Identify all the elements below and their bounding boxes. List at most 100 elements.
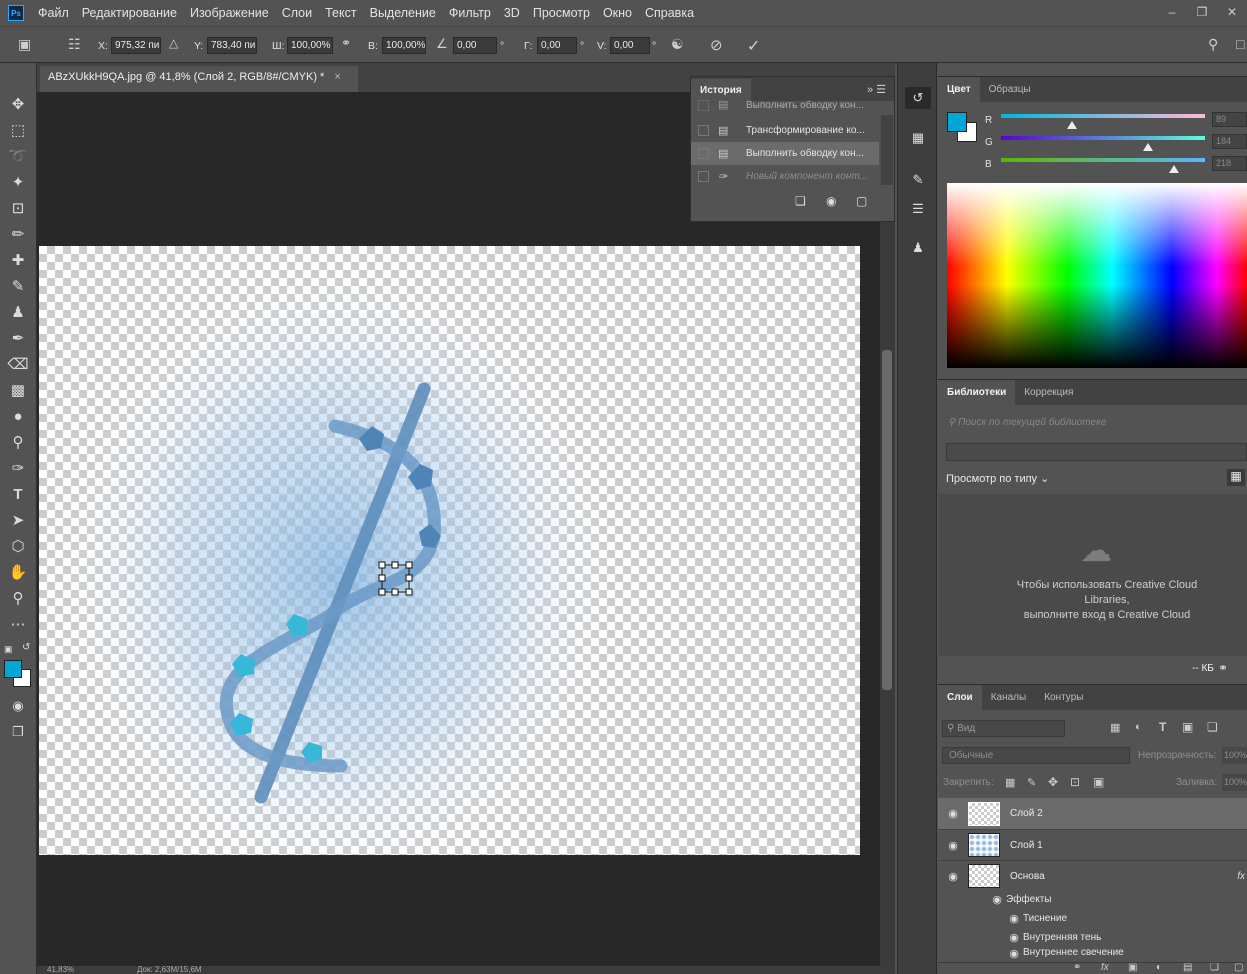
channel-b-slider[interactable] <box>1001 158 1205 162</box>
visibility-eye-icon[interactable]: ◉ <box>1005 947 1023 960</box>
lasso-tool-icon[interactable]: ➰ <box>6 145 30 167</box>
search-icon[interactable]: ⚲ <box>1208 36 1218 53</box>
move-tool-icon[interactable]: ✥ <box>6 93 30 115</box>
brush-tool-icon[interactable]: ✎ <box>6 275 30 297</box>
healing-tool-icon[interactable]: ✚ <box>6 249 30 271</box>
channel-g-value[interactable]: 184 <box>1212 134 1247 149</box>
channel-b-value[interactable]: 218 <box>1212 156 1247 171</box>
color-fg-swatch[interactable] <box>947 112 967 132</box>
screen-mode-icon[interactable]: ❐ <box>6 721 30 743</box>
history-brush-icon[interactable]: ✒ <box>6 327 30 349</box>
history-snapshot-checkbox[interactable] <box>698 148 709 159</box>
tab-libraries[interactable]: Библиотеки <box>938 380 1016 405</box>
photoshop-logo[interactable]: Ps <box>8 5 24 21</box>
history-item-selected[interactable]: ▤ Выполнить обводку кон... <box>691 142 879 165</box>
menu-image[interactable]: Изображение <box>190 6 269 20</box>
tab-swatches[interactable]: Образцы <box>980 77 1040 102</box>
width-field[interactable]: 100,00% <box>287 37 333 54</box>
tab-adjustments[interactable]: Коррекция <box>1015 380 1082 405</box>
add-mask-icon[interactable]: ▣ <box>1128 963 1137 973</box>
effect-item[interactable]: ◉ Внутренняя тень <box>1005 928 1101 947</box>
history-snapshot-checkbox[interactable] <box>698 171 709 182</box>
workspace-icon[interactable]: □ <box>1236 36 1244 52</box>
blur-tool-icon[interactable]: ● <box>6 405 30 427</box>
vskew-field[interactable]: 0,00 <box>610 37 650 54</box>
brush-presets-icon[interactable]: ✎ <box>905 169 931 191</box>
lock-all-icon[interactable]: ▣ <box>1093 775 1104 789</box>
pen-tool-icon[interactable]: ✑ <box>6 457 30 479</box>
history-snapshot-checkbox[interactable] <box>698 125 709 136</box>
visibility-eye-icon[interactable]: ◉ <box>1005 931 1023 944</box>
new-document-from-state-icon[interactable]: ❏ <box>795 194 806 208</box>
filter-pixel-icon[interactable]: ▦ <box>1110 721 1120 734</box>
lock-position-icon[interactable]: ✥ <box>1048 775 1058 789</box>
snapshot-camera-icon[interactable]: ◉ <box>826 194 836 208</box>
new-group-icon[interactable]: ▤ <box>1183 963 1192 973</box>
grid-view-icon[interactable]: ▦ <box>1227 469 1245 486</box>
height-field[interactable]: 100,00% <box>382 37 426 54</box>
fill-field[interactable]: 100% <box>1222 774 1247 791</box>
crop-tool-icon[interactable]: ⊡ <box>6 197 30 219</box>
close-window-icon[interactable]: ✕ <box>1217 0 1247 24</box>
history-item[interactable]: ▤ Выполнить обводку кон... <box>691 99 879 111</box>
default-colors-icon[interactable]: ▣ <box>4 644 13 655</box>
eyedropper-tool-icon[interactable]: ✏ <box>6 223 30 245</box>
menu-select[interactable]: Выделение <box>370 6 436 20</box>
effect-item[interactable]: ◉ Тиснение <box>1005 909 1067 928</box>
adjustment-layer-icon[interactable]: ◐ <box>1156 963 1162 973</box>
angle-field[interactable]: 0,00 <box>453 37 497 54</box>
view-by-type-dropdown[interactable]: Просмотр по типу ⌄ <box>946 472 1049 485</box>
lock-image-icon[interactable]: ✎ <box>1027 776 1036 789</box>
visibility-eye-icon[interactable]: ◉ <box>938 870 968 883</box>
menu-window[interactable]: Окно <box>603 6 632 20</box>
cancel-transform-icon[interactable]: ⊘ <box>710 36 723 54</box>
layer-name[interactable]: Слой 2 <box>1010 808 1043 819</box>
transform-tool-icon[interactable]: ▣ <box>18 36 31 53</box>
dodge-tool-icon[interactable]: ⚲ <box>6 431 30 453</box>
opacity-field[interactable]: 100% <box>1222 747 1247 764</box>
status-zoom[interactable]: 41,83% <box>47 966 74 974</box>
hskew-field[interactable]: 0,00 <box>537 37 577 54</box>
reference-point-icon[interactable]: ☷ <box>68 36 81 53</box>
visibility-eye-icon[interactable]: ◉ <box>938 839 968 852</box>
vertical-scroll-thumb[interactable] <box>882 350 892 690</box>
more-tools-icon[interactable]: ⋯ <box>6 613 30 635</box>
channel-r-slider[interactable] <box>1001 114 1205 118</box>
stamp-tool-icon[interactable]: ♟ <box>6 301 30 323</box>
layer-row[interactable]: ◉ Основа fx <box>938 860 1247 891</box>
menu-type[interactable]: Текст <box>325 6 356 20</box>
tab-paths[interactable]: Контуры <box>1035 685 1092 710</box>
history-snapshot-checkbox[interactable] <box>698 100 709 111</box>
link-layers-icon[interactable]: ⚭ <box>1073 963 1081 973</box>
blend-mode-dropdown[interactable]: Обычные <box>942 747 1130 764</box>
x-field[interactable]: 975,32 пи <box>111 37 161 54</box>
lock-transparency-icon[interactable]: ▦ <box>1005 776 1015 789</box>
layer-name[interactable]: Основа <box>1010 871 1045 882</box>
effects-row[interactable]: ◉ Эффекты <box>988 890 1051 909</box>
layer-row-selected[interactable]: ◉ Слой 2 <box>938 798 1247 829</box>
menu-view[interactable]: Просмотр <box>533 6 590 20</box>
close-document-icon[interactable]: × <box>334 71 340 83</box>
foreground-color-swatch[interactable] <box>4 660 22 678</box>
lock-artboard-icon[interactable]: ⊡ <box>1070 775 1080 789</box>
menu-help[interactable]: Справка <box>645 6 694 20</box>
channel-b-thumb[interactable] <box>1169 165 1180 173</box>
commit-transform-icon[interactable]: ✓ <box>747 36 760 56</box>
history-item[interactable]: ▤ Трансформирование ко... <box>691 119 879 142</box>
delete-layer-icon[interactable]: ▢ <box>1234 963 1243 973</box>
channel-r-thumb[interactable] <box>1067 121 1078 129</box>
properties-icon[interactable]: ☰ <box>905 198 931 220</box>
history-scrollbar[interactable] <box>881 115 893 185</box>
effect-item[interactable]: ◉ Внутреннее свечение <box>1005 947 1124 960</box>
tab-history[interactable]: История <box>691 79 751 101</box>
restore-icon[interactable]: ❐ <box>1187 0 1217 24</box>
quick-mask-icon[interactable]: ◉ <box>6 695 30 717</box>
library-select-dropdown[interactable] <box>946 443 1247 461</box>
library-search-field[interactable]: ⚲ Поиск по текущей библиотеке <box>944 415 1247 433</box>
type-tool-icon[interactable]: T <box>6 483 30 505</box>
link-icon[interactable]: ⚭ <box>341 36 351 50</box>
marquee-tool-icon[interactable]: ⬚ <box>6 119 30 141</box>
channel-r-value[interactable]: 89 <box>1212 112 1247 127</box>
path-select-tool-icon[interactable]: ➤ <box>6 509 30 531</box>
filter-adjustment-icon[interactable]: ◐ <box>1135 721 1142 733</box>
